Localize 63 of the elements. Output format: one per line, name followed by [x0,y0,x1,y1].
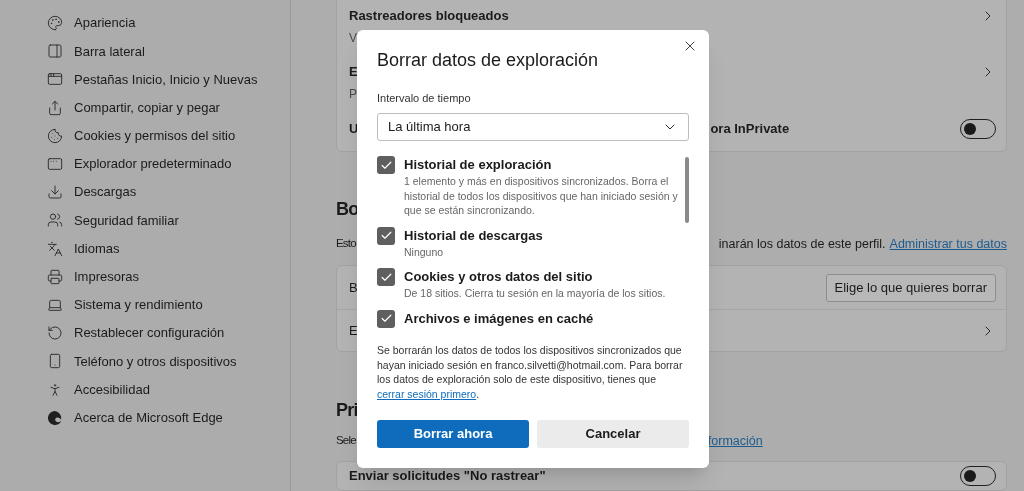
share-icon [47,99,63,116]
setting-title: Rastreadores bloqueados [349,7,509,26]
choose-to-clear-button[interactable]: Elige lo que quieres borrar [825,273,996,302]
option-description: 1 elemento y más en dispositivos sincronizados. Borra el historial de todos los dispositivos que han iniciado sesión y que se están sincronizando. [404,174,679,218]
setting-description: P [349,86,357,103]
sidebar-item[interactable]: Restablecer configuración [47,319,290,348]
time-range-dropdown[interactable]: La última hora [377,113,689,141]
sidebar-item[interactable]: Barra lateral [47,37,290,66]
languages-icon [47,240,63,257]
section-heading: Pri [336,398,358,422]
sidebar-item[interactable]: Sistema y rendimiento [47,290,290,320]
section-description: inarán los datos de este perfil. [718,235,886,253]
checkbox[interactable] [377,309,395,328]
printer-icon [47,268,63,285]
sidebar-item[interactable]: Descargas [47,178,290,207]
sidebar-panel-icon [47,43,63,60]
checkbox[interactable] [377,268,395,286]
sidebar-item[interactable]: Acerca de Microsoft Edge [47,403,290,432]
cancel-button[interactable]: Cancelar [537,420,689,448]
field-label: Intervalo de tiempo [377,90,471,106]
scrollbar[interactable] [685,157,689,223]
setting-title: E [349,321,358,340]
download-icon [47,184,63,201]
cookie-icon [47,127,63,144]
accessibility-icon [47,381,63,398]
setting-title: Enviar solicitudes "No rastrear" [349,467,546,486]
sync-notice: Se borrarán los datos de todos los dispositivos sincronizados que hayan iniciado sesión en franco.silvetti@hotmail.com. Para borrar los datos de exploración solo de este dispositivo, tienes que cerrar sesión primero. [377,343,684,401]
sidebar-item[interactable]: Seguridad familiar [47,206,290,235]
sidebar-item[interactable]: Pestañas Inicio, Inicio y Nuevas [47,65,290,94]
section-description: Esto [336,236,356,252]
section-heading: Bo [336,197,359,221]
option-title: Cookies y otros datos del sitio [404,268,594,286]
setting-title: E [349,63,358,82]
option-title: Historial de exploración [404,156,553,174]
setting-title: B [349,278,358,297]
setting-description: V [349,30,357,47]
sidebar-item[interactable]: Cookies y permisos del sitio [47,121,290,150]
reset-icon [47,325,63,342]
sidebar-item[interactable]: Teléfono y otros dispositivos [47,347,290,376]
dialog-title: Borrar datos de exploración [377,49,599,72]
sidebar-item[interactable]: Impresoras [47,262,290,291]
sidebar-item[interactable]: Idiomas [47,234,290,263]
window-icon [47,71,63,88]
option-description: De 18 sitios. Cierra tu sesión en la mayoría de los sitios. [404,286,666,301]
checkbox[interactable] [377,226,395,245]
option-description: Ninguno [404,244,445,259]
section-description: Sele [336,433,356,449]
check-icon [379,229,393,242]
sidebar-item[interactable]: Explorador predeterminado [47,149,290,179]
option-title: Archivos e imágenes en caché [404,309,594,328]
sidebar-item[interactable]: Apariencia [47,9,290,38]
setting-title: ora InPrivate [710,120,790,139]
people-icon [47,212,63,229]
checkbox[interactable] [377,156,395,174]
swirl-logo-icon [47,409,63,426]
phone-icon [47,353,63,370]
sidebar-item[interactable]: Compartir, copiar y pegar [47,93,290,122]
clear-now-button[interactable]: Borrar ahora [377,420,529,448]
browser-window-icon [47,156,63,173]
check-icon [379,312,393,325]
palette-icon [47,15,63,32]
option-title: Historial de descargas [404,226,543,245]
sidebar-item[interactable]: Accesibilidad [47,375,290,404]
